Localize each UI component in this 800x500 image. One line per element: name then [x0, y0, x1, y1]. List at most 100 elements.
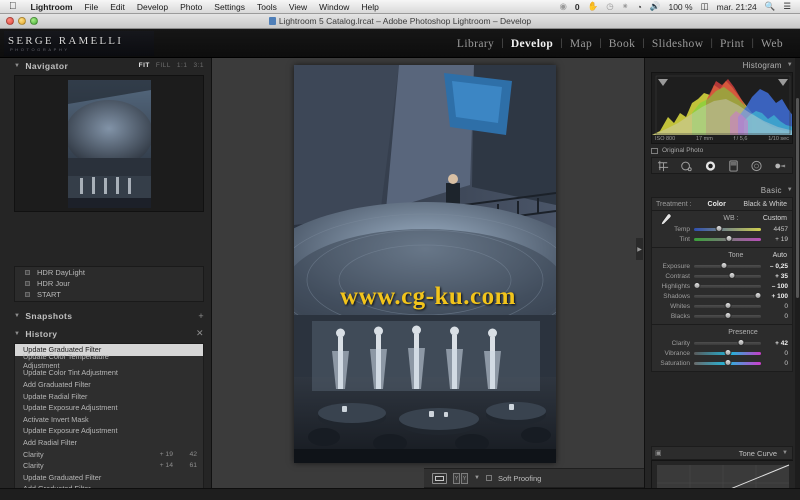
menu-item-edit[interactable]: Edit: [104, 2, 131, 12]
history-item[interactable]: Update Color Temperature Adjustment: [15, 352, 203, 370]
menubar-clock[interactable]: mar. 21:24: [713, 2, 761, 12]
tone-curve-point-icon[interactable]: ▣: [655, 449, 662, 457]
menu-item-settings[interactable]: Settings: [208, 2, 251, 12]
bluetooth-icon[interactable]: ⁕: [618, 1, 633, 12]
battery-percent[interactable]: 100 %: [664, 2, 696, 12]
adjustment-brush-icon[interactable]: [774, 160, 787, 172]
zero-icon[interactable]: 0: [571, 2, 584, 12]
white-balance-selector-icon[interactable]: [656, 213, 672, 229]
chevron-down-icon[interactable]: ▼: [787, 187, 793, 193]
slider-blacks[interactable]: Blacks 0: [652, 311, 792, 321]
history-item[interactable]: Update Exposure Adjustment: [15, 402, 203, 414]
menu-item-photo[interactable]: Photo: [174, 2, 208, 12]
slider-vibrance-knob[interactable]: [724, 348, 731, 356]
zoom-fit[interactable]: FIT: [139, 62, 150, 69]
chevron-down-icon[interactable]: ▼: [14, 313, 20, 319]
module-map[interactable]: Map: [563, 38, 599, 50]
filmstrip-bar[interactable]: [0, 488, 800, 500]
chevron-down-icon[interactable]: ▼: [782, 450, 788, 456]
right-panel-scrollbar[interactable]: [795, 58, 800, 500]
slider-tint-knob[interactable]: [725, 234, 733, 242]
volume-icon[interactable]: 🔊: [646, 1, 665, 12]
slider-contrast-knob[interactable]: [728, 271, 736, 279]
right-panel-toggle-arrow[interactable]: ▶: [636, 238, 643, 260]
tone-auto-button[interactable]: Auto: [773, 252, 787, 259]
history-item[interactable]: Update Radial Filter: [15, 390, 203, 402]
zoom-3-1[interactable]: 3:1: [193, 62, 204, 69]
preset-item[interactable]: HDR DayLight: [15, 267, 203, 278]
battery-icon[interactable]: ◫: [697, 1, 713, 12]
module-library[interactable]: Library: [450, 38, 501, 50]
preset-item[interactable]: START: [15, 289, 203, 300]
image-canvas[interactable]: YY ▼ Soft Proofing ▼: [212, 58, 800, 500]
dropbox-icon[interactable]: ◉: [555, 1, 570, 12]
chevron-down-icon[interactable]: ▼: [14, 63, 20, 69]
plus-icon[interactable]: +: [198, 311, 204, 321]
loupe-view-icon[interactable]: [432, 472, 447, 484]
slider-exposure-knob[interactable]: [720, 261, 728, 269]
history-item[interactable]: Clarity + 14 61: [15, 460, 203, 472]
slider-highlights-track[interactable]: [693, 281, 761, 289]
menu-item-develop[interactable]: Develop: [131, 2, 174, 12]
slider-whites[interactable]: Whites 0: [652, 301, 792, 311]
slider-whites-track[interactable]: [694, 301, 761, 309]
module-book[interactable]: Book: [602, 38, 643, 50]
history-item[interactable]: Clarity + 19 42: [15, 448, 203, 460]
basic-header[interactable]: Basic ▼: [651, 183, 793, 197]
treatment-color-option[interactable]: Color: [708, 201, 726, 208]
slider-clarity-track[interactable]: [694, 338, 761, 346]
before-after-icon[interactable]: YY: [453, 472, 468, 484]
hand-icon[interactable]: ✋: [584, 1, 603, 12]
history-item[interactable]: Update Exposure Adjustment: [15, 425, 203, 437]
slider-temp-track[interactable]: [694, 224, 761, 232]
history-item[interactable]: Add Radial Filter: [15, 437, 203, 449]
slider-saturation-track[interactable]: [694, 358, 761, 366]
soft-proofing-checkbox[interactable]: [485, 475, 492, 481]
graduated-filter-icon[interactable]: [727, 159, 740, 172]
menu-item-help[interactable]: Help: [355, 2, 384, 12]
navigator-header[interactable]: ▼ Navigator FIT FILL 1:1 3:1: [14, 58, 204, 73]
slider-exposure[interactable]: Exposure – 0,25: [652, 261, 792, 271]
slider-shadows-knob[interactable]: [754, 291, 762, 299]
crop-overlay-icon[interactable]: [657, 160, 670, 172]
tone-curve-header[interactable]: ▣ Tone Curve ▼: [651, 446, 793, 460]
menu-item-tools[interactable]: Tools: [251, 2, 283, 12]
module-develop[interactable]: Develop: [504, 38, 560, 50]
notification-list-icon[interactable]: ☰: [779, 1, 795, 12]
x-icon[interactable]: ✕: [196, 328, 204, 339]
slider-contrast[interactable]: Contrast + 35: [652, 271, 792, 281]
histogram-graph[interactable]: ISO 800 17 mm f / 5,6 1/10 sec: [651, 72, 793, 144]
red-eye-icon[interactable]: [704, 160, 717, 172]
slider-shadows[interactable]: Shadows + 100: [652, 291, 792, 301]
slider-saturation-knob[interactable]: [724, 358, 731, 366]
history-item[interactable]: Add Graduated Filter: [15, 379, 203, 391]
wifi-icon[interactable]: ◔: [633, 2, 646, 12]
slider-exposure-track[interactable]: [694, 261, 761, 269]
history-list[interactable]: Update Graduated Filter Update Color Temp…: [14, 343, 204, 500]
slider-vibrance[interactable]: Vibrance 0: [652, 348, 792, 358]
histogram-header[interactable]: Histogram ▼: [651, 58, 793, 72]
chevron-down-icon[interactable]: ▼: [787, 62, 793, 68]
chevron-down-icon[interactable]: ▼: [14, 331, 20, 337]
slider-whites-knob[interactable]: [724, 301, 731, 309]
menu-item-window[interactable]: Window: [313, 2, 355, 12]
search-icon[interactable]: 🔍: [761, 1, 780, 12]
history-item[interactable]: Update Color Tint Adjustment: [15, 367, 203, 379]
scrollbar-thumb[interactable]: [796, 98, 799, 298]
module-web[interactable]: Web: [754, 38, 790, 50]
radial-filter-icon[interactable]: [750, 160, 763, 172]
slider-vibrance-track[interactable]: [694, 348, 761, 356]
main-photo[interactable]: [294, 65, 556, 463]
history-item[interactable]: Update Graduated Filter: [15, 472, 203, 484]
spot-removal-icon[interactable]: [680, 160, 693, 172]
module-print[interactable]: Print: [713, 38, 751, 50]
menu-item-file[interactable]: File: [79, 2, 105, 12]
slider-temp-knob[interactable]: [715, 224, 723, 232]
slider-tint-track[interactable]: [694, 234, 761, 242]
clock-icon[interactable]: ◷: [602, 1, 617, 12]
menu-item-view[interactable]: View: [283, 2, 313, 12]
apple-icon[interactable]: : [0, 1, 25, 12]
slider-tint[interactable]: Tint + 19: [652, 234, 792, 244]
slider-clarity[interactable]: Clarity + 42: [652, 338, 792, 348]
slider-shadows-track[interactable]: [694, 291, 762, 299]
